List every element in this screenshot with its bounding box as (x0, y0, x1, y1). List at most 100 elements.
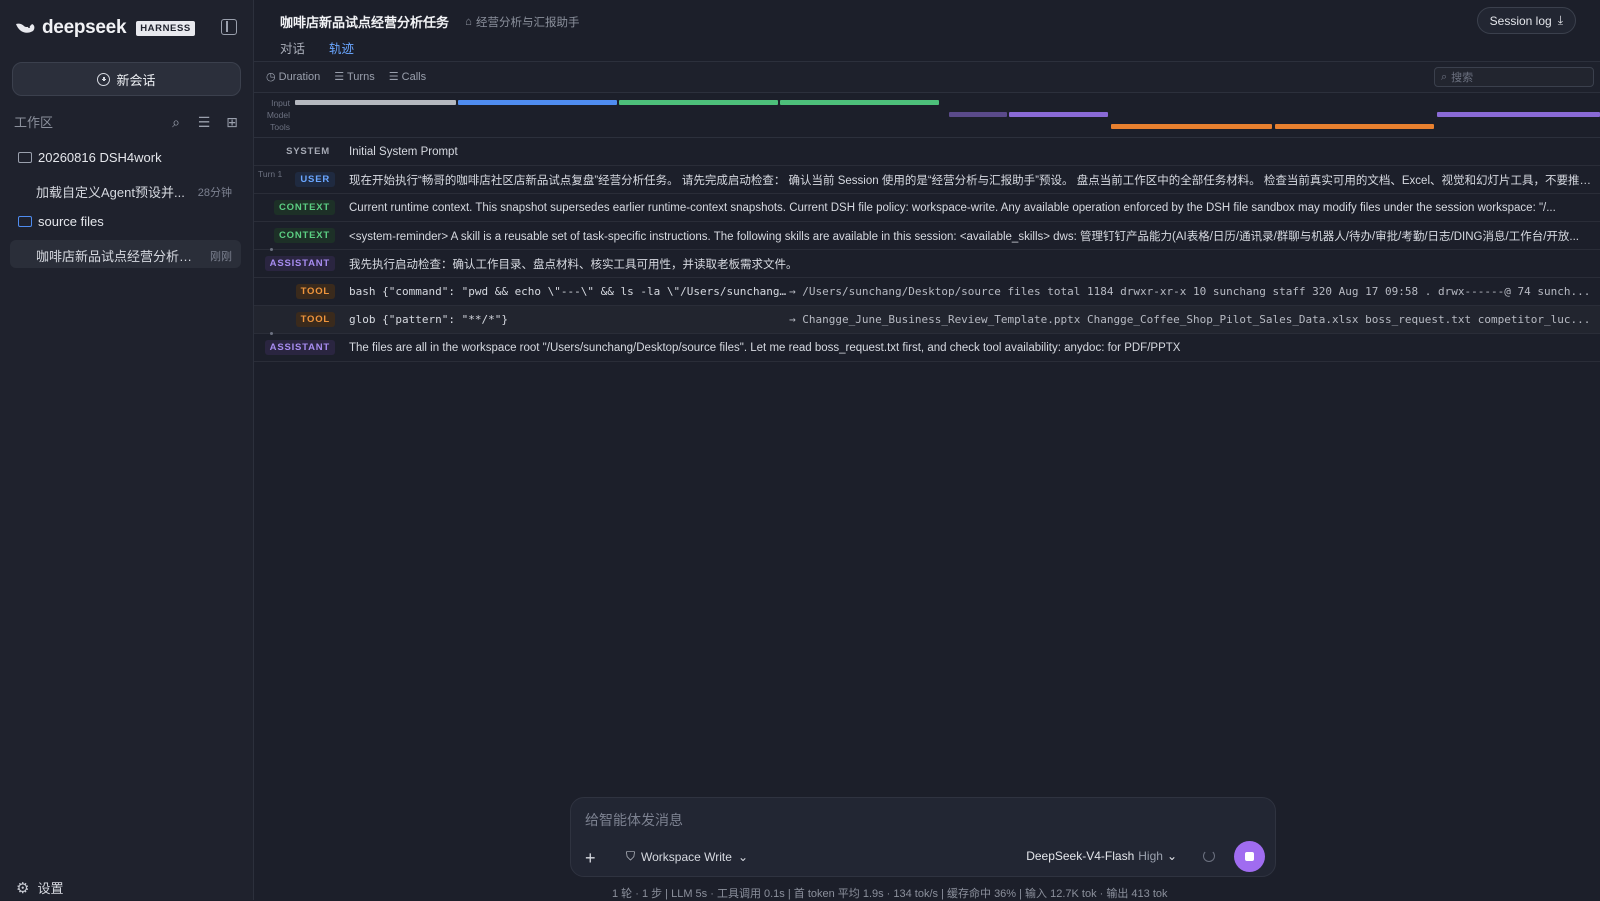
folder-label: source files (38, 214, 104, 229)
timeline-input-segment[interactable] (295, 100, 456, 105)
turn-label: Turn 1 (258, 169, 283, 179)
brand-logo: deepseek HARNESS (14, 16, 195, 40)
timeline-input-segment[interactable] (619, 100, 778, 105)
gear-icon: ⚙ (16, 879, 30, 897)
workspace-label: 工作区 (14, 115, 54, 130)
trace-search-input[interactable]: ⌕ 搜索 (1434, 67, 1594, 87)
stop-icon (1245, 852, 1254, 861)
workspace-mode-select[interactable]: ⛉ Workspace Write ⌄ (626, 849, 748, 864)
connector-dot (270, 332, 273, 335)
settings-button[interactable]: ⚙ 设置 (16, 878, 63, 897)
trace-row-context[interactable]: CONTEXT <system-reminder> A skill is a r… (254, 222, 1600, 250)
metric-turns[interactable]: ☰ Turns (334, 70, 374, 83)
role-badge: CONTEXT (274, 200, 335, 215)
main-panel: 咖啡店新品试点经营分析任务 ⌂ 经营分析与汇报助手 对话 轨迹 Session … (254, 0, 1600, 900)
search-placeholder: 搜索 (1451, 72, 1474, 84)
whale-logo-icon (16, 23, 35, 33)
timeline-tools-segment[interactable] (1111, 124, 1272, 129)
new-chat-button[interactable]: 新会话 (12, 62, 241, 96)
role-badge: ASSISTANT (264, 256, 335, 271)
tool-command: bash {"command": "pwd && echo \"---\" &&… (349, 285, 789, 298)
agent-preset[interactable]: ⌂ 经营分析与汇报助手 (465, 14, 579, 30)
stop-button[interactable] (1234, 841, 1265, 872)
model-name: DeepSeek-V4-Flash (1026, 849, 1135, 863)
row-text: Current runtime context. This snapshot s… (349, 201, 1556, 214)
message-input[interactable]: 给智能体发消息 (585, 810, 683, 830)
page-title: 咖啡店新品试点经营分析任务 (280, 15, 450, 30)
session-title: 加载自定义Agent预设并... (36, 185, 185, 200)
trace-row-tool[interactable]: TOOL glob {"pattern": "**/*"} → Changge_… (254, 306, 1600, 334)
tool-output: → Changge_June_Business_Review_Template.… (789, 313, 1591, 326)
role-badge: ASSISTANT (264, 340, 335, 355)
workspace-folder-dsh4work[interactable]: 20260816 DSH4work (18, 150, 162, 165)
row-text: Initial System Prompt (349, 145, 458, 158)
row-text: The files are all in the workspace root … (349, 341, 1181, 354)
clock-icon: ◷ (266, 71, 276, 83)
loading-spinner-icon (1203, 850, 1215, 862)
plus-circle-icon (97, 72, 111, 86)
metric-duration-label: Duration (278, 71, 321, 83)
message-composer: 给智能体发消息 + ⛉ Workspace Write ⌄ DeepSeek-V… (570, 797, 1276, 877)
search-icon[interactable]: ⌕ (168, 114, 184, 130)
settings-label: 设置 (37, 881, 64, 896)
timeline-model-segment[interactable] (1437, 112, 1600, 117)
timeline-label-tools: Tools (270, 122, 290, 132)
row-text: 现在开始执行“畅哥的咖啡店社区店新品试点复盘”经营分析任务。 请先完成启动检查：… (349, 174, 1600, 187)
model-select[interactable]: DeepSeek-V4-Flash High ⌄ (1026, 849, 1177, 863)
row-text: <system-reminder> A skill is a reusable … (349, 230, 1579, 243)
search-icon: ⌕ (1441, 70, 1448, 83)
connector-dot (270, 248, 273, 251)
run-stats: 1 轮 · 1 步 | LLM 5s · 工具调用 0.1s | 首 token… (612, 888, 1168, 900)
model-level: High (1138, 849, 1163, 863)
trace-row-tool[interactable]: TOOL bash {"command": "pwd && echo \"---… (254, 278, 1600, 306)
timeline-model-segment[interactable] (1009, 112, 1108, 117)
metric-duration[interactable]: ◷ Duration (266, 70, 320, 83)
trace-row-assistant[interactable]: ASSISTANT The files are all in the works… (254, 332, 1600, 362)
role-badge: TOOL (295, 312, 335, 327)
shield-icon: ⛉ (626, 849, 636, 863)
trace-timeline: Input Model Tools (254, 93, 1600, 138)
trace-row-context[interactable]: CONTEXT Current runtime context. This sn… (254, 194, 1600, 222)
attach-plus-icon[interactable]: + (585, 849, 596, 867)
workspace-mode-label: Workspace Write (641, 849, 732, 864)
workspace-header: 工作区 ⌕ ☰ ⊞ (14, 112, 240, 131)
metric-calls[interactable]: ☰ Calls (389, 70, 426, 83)
brand-name: deepseek (42, 17, 127, 38)
folder-icon (18, 152, 32, 163)
timeline-model-segment[interactable] (949, 112, 1007, 117)
session-time: 刚刚 (210, 250, 232, 263)
trace-row-user[interactable]: Turn 1 USER 现在开始执行“畅哥的咖啡店社区店新品试点复盘”经营分析任… (254, 166, 1600, 194)
role-badge: USER (295, 172, 335, 187)
workspace-folder-source-files[interactable]: source files (18, 214, 104, 229)
list-icon: ☰ (334, 71, 345, 83)
tool-command: glob {"pattern": "**/*"} (349, 313, 508, 326)
session-time: 28分钟 (197, 186, 232, 199)
chevron-down-icon: ⌄ (737, 849, 748, 864)
timeline-tools-segment[interactable] (1275, 124, 1434, 129)
trace-row-system[interactable]: SYSTEM Initial System Prompt (254, 138, 1600, 166)
timeline-input-segment[interactable] (458, 100, 617, 105)
trace-row-assistant[interactable]: ASSISTANT 我先执行启动检查：确认工作目录、盘点材料、核实工具可用性，并… (254, 248, 1600, 278)
role-badge: SYSTEM (286, 146, 330, 157)
metric-turns-label: Turns (346, 71, 375, 83)
title-row: 咖啡店新品试点经营分析任务 ⌂ 经营分析与汇报助手 (280, 12, 579, 31)
timeline-label-input: Input (271, 98, 290, 108)
new-folder-icon[interactable]: ⊞ (224, 114, 240, 130)
filter-icon[interactable]: ☰ (196, 114, 212, 130)
timeline-input-segment[interactable] (780, 100, 939, 105)
collapse-sidebar-icon[interactable] (221, 19, 237, 35)
session-log-button[interactable]: Session log ⤓ (1476, 7, 1576, 34)
download-icon: ⤓ (1557, 13, 1563, 27)
session-title: 咖啡店新品试点经营分析任务 (36, 249, 204, 264)
metric-tabs: ◷ Duration ☰ Turns ☰ Calls (266, 70, 426, 83)
role-badge: CONTEXT (274, 228, 335, 243)
metric-calls-label: Calls (401, 71, 427, 83)
tool-output: → /Users/sunchang/Desktop/source files t… (789, 285, 1591, 298)
row-text: 我先执行启动检查：确认工作目录、盘点材料、核实工具可用性，并读取老板需求文件。 (349, 258, 798, 271)
chevron-down-icon: ⌄ (1166, 849, 1177, 863)
harness-badge: HARNESS (136, 20, 195, 36)
role-badge: TOOL (295, 284, 335, 299)
session-item-active[interactable]: 咖啡店新品试点经营分析任务 刚刚 (36, 246, 232, 265)
session-item[interactable]: 加载自定义Agent预设并... 28分钟 (36, 182, 232, 201)
session-log-label: Session log (1489, 13, 1552, 28)
